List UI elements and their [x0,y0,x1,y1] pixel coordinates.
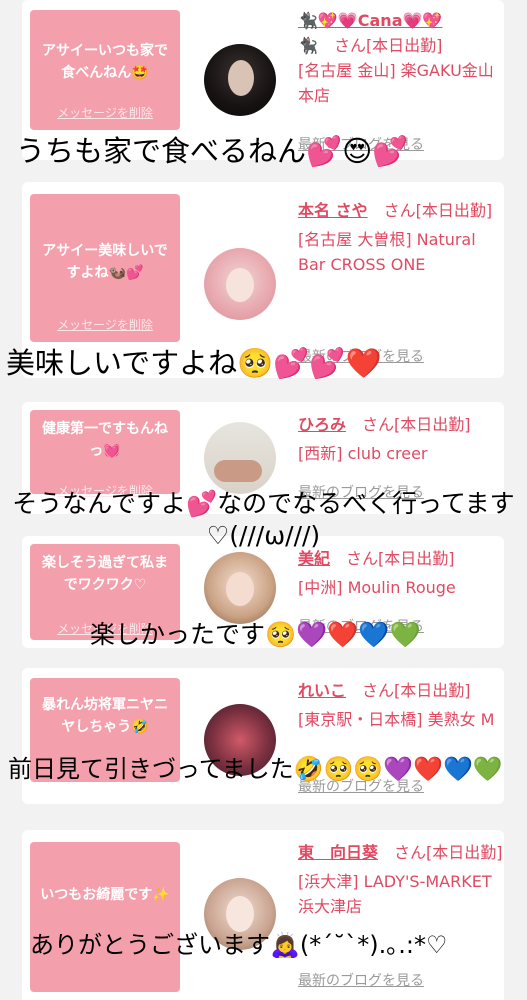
profile-info: 美紀 さん[本日出勤] [中洲] Moulin Rouge [298,546,503,600]
avatar-face [228,60,254,96]
delete-message-link[interactable]: メッセージを削除 [30,102,180,124]
avatar[interactable] [204,552,276,624]
attendance-status: さん[本日出勤] [362,415,471,434]
message-bubble: 健康第一ですもんねっ💓 メッセージを削除 [30,410,180,498]
message-card: いつもお綺麗です✨ 東 向日葵 さん[本日出勤] [浜大津] LADY'S-MA… [22,830,504,1000]
message-text: 暴れん坊将軍ニヤニヤしちゃう🤣 [42,697,168,735]
reply-caption: うちも家で食べるねん💕😍💕 [16,134,409,168]
avatar[interactable] [204,44,276,116]
reply-caption: 前日見て引きづってました🤣🥺🥺💜❤️💙💚 [8,755,503,783]
reply-caption: ありがとうございます🙇‍♀️(*´˘`*).｡.:*♡ [30,931,448,959]
message-bubble: アサイー美味しいですよね🦦💕 メッセージを削除 [30,194,180,342]
profile-info: れいこ さん[本日出勤] [東京駅・日本橋] 美熟女 M [298,678,503,732]
avatar-face [226,896,254,932]
profile-info: 東 向日葵 さん[本日出勤] [浜大津] LADY'S-MARKET 浜大津店 [298,840,503,919]
message-text: アサイー美味しいですよね🦦💕 [42,243,168,281]
avatar-face [226,572,254,606]
profile-name-link[interactable]: 東 向日葵 [298,843,378,862]
attendance-status: さん[本日出勤] [383,201,493,220]
avatar[interactable] [204,248,276,320]
attendance-status: さん[本日出勤] [333,36,443,55]
profile-name-link[interactable]: 🐈‍⬛💖💗Cana💗💖 [298,11,442,30]
reply-caption: そうなんですよ💕なのでなるべく行ってます♡(///ω///) [12,489,515,550]
profile-info: ひろみ さん[本日出勤] [西新] club creer [298,412,503,466]
message-text: アサイーいつも家で食べんねん🤩 [42,43,168,81]
profile-name-link[interactable]: ひろみ [298,415,346,434]
shop-name[interactable]: [東京駅・日本橋] 美熟女 M [298,707,503,732]
delete-message-link[interactable]: メッセージを削除 [30,314,180,336]
attendance-status: さん[本日出勤] [362,681,471,700]
message-bubble: アサイーいつも家で食べんねん🤩 メッセージを削除 [30,10,180,130]
avatar[interactable] [204,422,276,494]
profile-name-link[interactable]: 本名 さや [298,201,368,220]
profile-name-link[interactable]: れいこ [298,681,346,700]
message-bubble: いつもお綺麗です✨ [30,842,180,992]
shop-name[interactable]: [名古屋 金山] 楽GAKU金山本店 [298,58,503,108]
message-text: 健康第一ですもんねっ💓 [42,421,168,459]
profile-info: 本名 さや さん[本日出勤] [名古屋 大曽根] Natural Bar CRO… [298,198,503,277]
avatar-face [226,268,254,302]
profile-info: 🐈‍⬛💖💗Cana💗💖 🐈‍⬛ さん[本日出勤] [名古屋 金山] 楽GAKU金… [298,8,503,108]
message-text: 楽しそう過ぎて私までワクワク♡ [42,555,168,593]
message-text: いつもお綺麗です✨ [40,887,170,903]
avatar-hand [214,460,262,482]
shop-name[interactable]: [西新] club creer [298,441,503,466]
cat-icon: 🐈‍⬛ [298,36,318,55]
reply-caption: 美味しいですよね🥺💕💕❤️ [6,346,382,380]
attendance-status: さん[本日出勤] [394,843,503,862]
shop-name[interactable]: [浜大津] LADY'S-MARKET 浜大津店 [298,869,503,919]
reply-caption: 楽しかったです🥺💜❤️💙💚 [90,620,421,649]
shop-name[interactable]: [名古屋 大曽根] Natural Bar CROSS ONE [298,227,503,277]
shop-name[interactable]: [中洲] Moulin Rouge [298,575,503,600]
latest-blog-link[interactable]: 最新のブログを見る [298,970,424,990]
